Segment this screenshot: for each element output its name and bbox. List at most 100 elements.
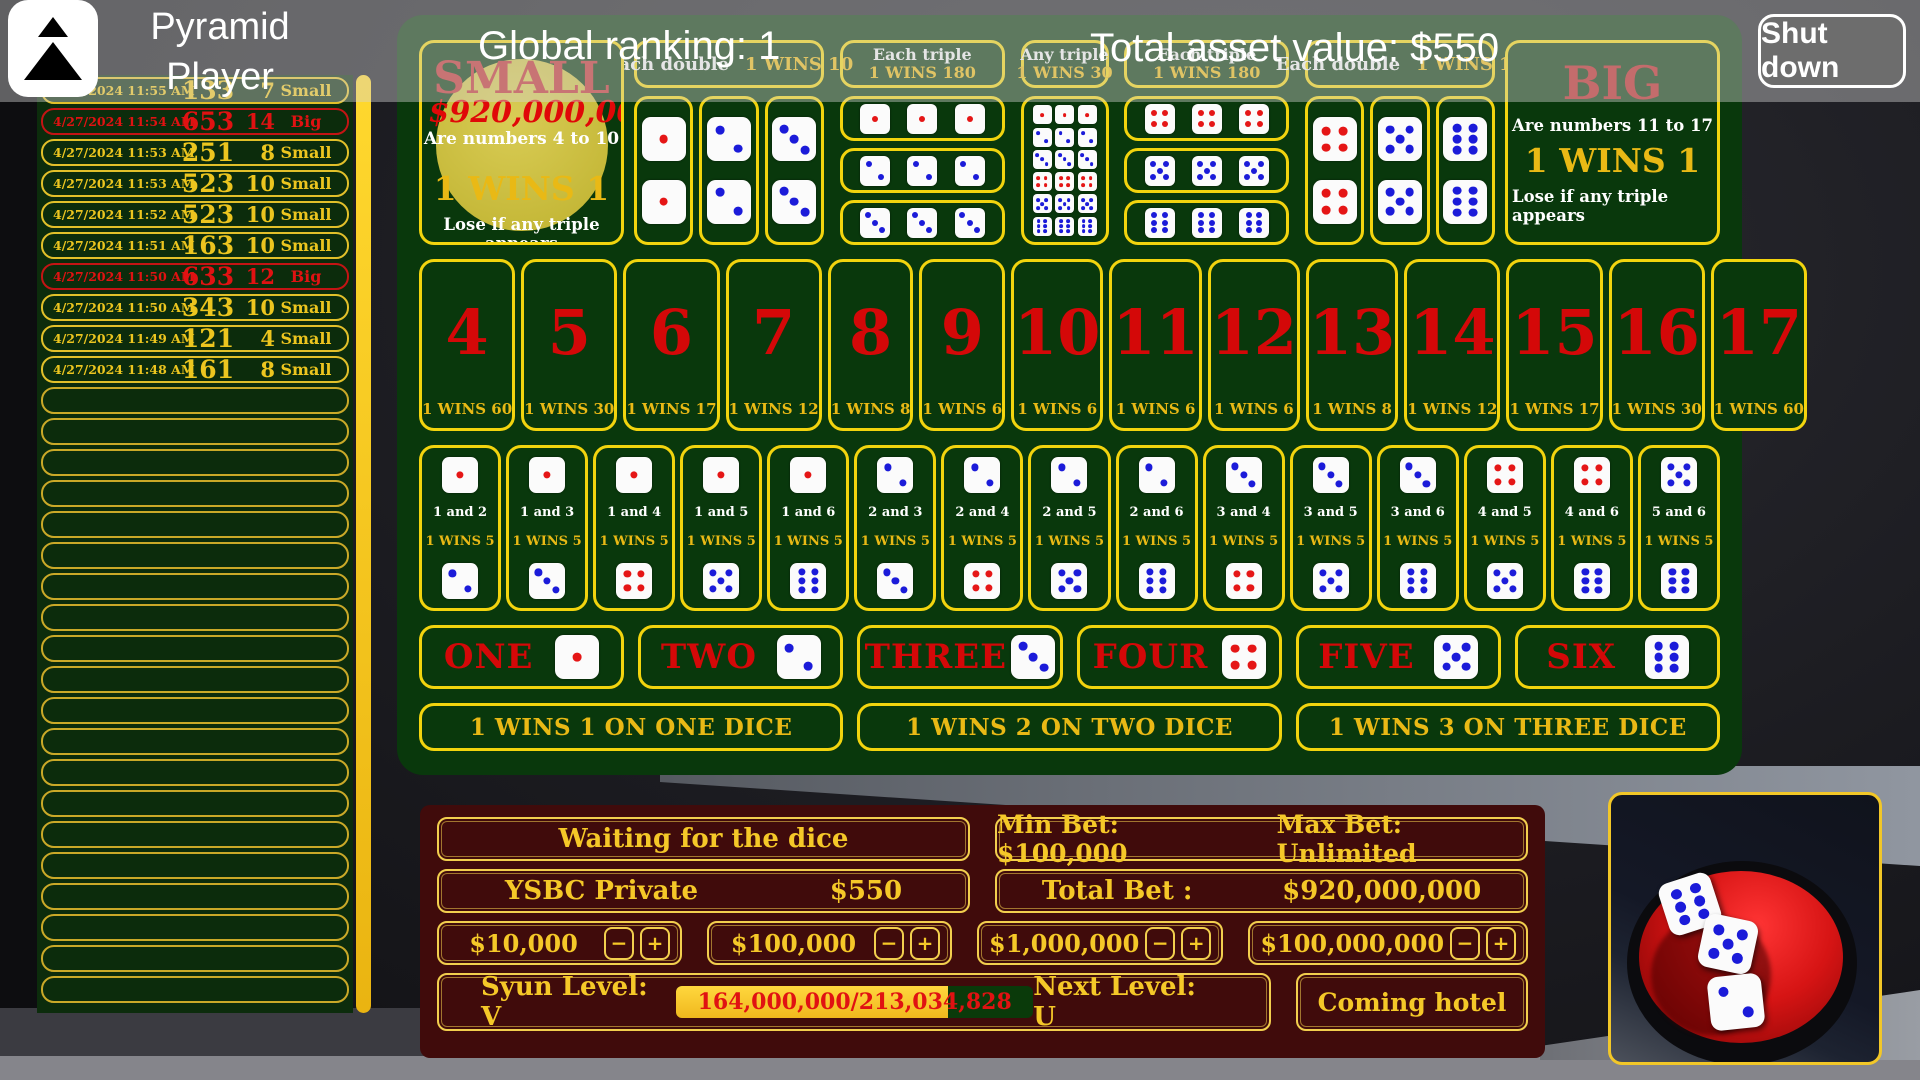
bet-total-14[interactable]: 141 WINS 12	[1404, 259, 1500, 431]
bet-total-11[interactable]: 111 WINS 6	[1109, 259, 1201, 431]
bet-single-one[interactable]: ONE	[419, 625, 624, 689]
bet-triple-4[interactable]	[1124, 96, 1289, 141]
chip-10000[interactable]: $10,000−+	[437, 921, 682, 965]
die-pip	[1327, 471, 1334, 478]
bet-single-two[interactable]: TWO	[638, 625, 843, 689]
die-pip	[1319, 585, 1326, 592]
bet-pair-2-5[interactable]: 2 and 51 WINS 5	[1028, 445, 1110, 611]
die-pip	[1692, 894, 1706, 908]
bet-total-15[interactable]: 151 WINS 17	[1506, 259, 1602, 431]
die-pip	[1066, 229, 1070, 233]
die-pip	[971, 464, 978, 471]
bet-double-2[interactable]	[699, 96, 758, 245]
total-bet-label: Total Bet :	[1042, 876, 1193, 906]
status-box: Waiting for the dice	[437, 817, 970, 861]
chip-plus-button[interactable]: +	[1486, 927, 1516, 960]
chip-1000000[interactable]: $1,000,000−+	[977, 921, 1223, 965]
bet-total-8[interactable]: 81 WINS 8	[828, 259, 914, 431]
bet-pair-1-5[interactable]: 1 and 51 WINS 5	[680, 445, 762, 611]
chip-minus-button[interactable]: −	[1145, 927, 1175, 960]
bet-pair-3-5[interactable]: 3 and 51 WINS 5	[1290, 445, 1372, 611]
die-pip	[1063, 202, 1067, 206]
history-scrollbar[interactable]	[356, 75, 371, 1013]
bet-total-6[interactable]: 61 WINS 17	[623, 259, 719, 431]
chip-minus-button[interactable]: −	[604, 927, 634, 960]
total-odds: 1 WINS 12	[1407, 400, 1497, 418]
bet-pair-1-4[interactable]: 1 and 41 WINS 5	[593, 445, 675, 611]
bet-double-6[interactable]	[1436, 96, 1495, 245]
bet-double-5[interactable]	[1370, 96, 1429, 245]
die-pip	[1405, 463, 1412, 470]
coming-hotel-button[interactable]: Coming hotel	[1296, 973, 1528, 1031]
bet-total-12[interactable]: 121 WINS 6	[1208, 259, 1300, 431]
bet-pair-2-4[interactable]: 2 and 41 WINS 5	[941, 445, 1023, 611]
bet-total-10[interactable]: 101 WINS 6	[1011, 259, 1103, 431]
bet-double-3[interactable]	[765, 96, 824, 245]
total-number: 5	[548, 266, 591, 400]
die-pip	[1059, 176, 1063, 180]
history-dice: 343	[175, 295, 241, 320]
bet-single-six[interactable]: SIX	[1515, 625, 1720, 689]
bet-single-three[interactable]: THREE	[857, 625, 1062, 689]
history-size: Small	[275, 143, 337, 162]
pair-odds: 1 WINS 5	[861, 534, 930, 551]
bet-total-4[interactable]: 41 WINS 60	[419, 259, 515, 431]
chip-100000000[interactable]: $100,000,000−+	[1248, 921, 1528, 965]
chip-plus-button[interactable]: +	[1181, 927, 1211, 960]
bet-triple-3[interactable]	[840, 200, 1005, 245]
bet-triple-1[interactable]	[840, 96, 1005, 141]
die-pip	[1089, 198, 1093, 202]
next-level-label: Next Level: U	[1033, 972, 1227, 1032]
total-odds: 1 WINS 17	[626, 400, 716, 418]
bet-triple-6[interactable]	[1124, 200, 1289, 245]
bet-total-17[interactable]: 171 WINS 60	[1711, 259, 1807, 431]
chip-plus-button[interactable]: +	[910, 927, 940, 960]
pyramid-logo-icon[interactable]	[8, 0, 98, 97]
die-pip	[1670, 887, 1684, 901]
bet-pair-3-4[interactable]: 3 and 41 WINS 5	[1203, 445, 1285, 611]
die-pip	[1085, 157, 1089, 161]
bet-total-9[interactable]: 91 WINS 6	[919, 259, 1005, 431]
chip-plus-button[interactable]: +	[640, 927, 670, 960]
die-pip	[734, 206, 743, 215]
chip-minus-button[interactable]: −	[874, 927, 904, 960]
bet-pair-2-6[interactable]: 2 and 61 WINS 5	[1116, 445, 1198, 611]
die-face-4	[1574, 457, 1610, 493]
bet-total-13[interactable]: 131 WINS 8	[1306, 259, 1398, 431]
level-box: Syun Level: V 164,000,000/213,034,828 Ne…	[437, 973, 1271, 1031]
chip-minus-button[interactable]: −	[1450, 927, 1480, 960]
bet-any-triple[interactable]	[1021, 96, 1109, 245]
bet-pair-1-2[interactable]: 1 and 21 WINS 5	[419, 445, 501, 611]
die-pip	[1082, 224, 1086, 228]
bet-pair-5-6[interactable]: 5 and 61 WINS 5	[1638, 445, 1720, 611]
die-pip	[1067, 206, 1071, 210]
die-pip	[967, 220, 973, 226]
die-pip	[1039, 663, 1048, 672]
bet-pair-1-3[interactable]: 1 and 31 WINS 5	[506, 445, 588, 611]
die-pip	[960, 161, 966, 167]
bet-pair-4-6[interactable]: 4 and 61 WINS 5	[1551, 445, 1633, 611]
bet-pair-3-6[interactable]: 3 and 61 WINS 5	[1377, 445, 1459, 611]
die-face-4	[1055, 172, 1074, 191]
bet-triple-5[interactable]	[1124, 148, 1289, 193]
die-pip	[1045, 162, 1049, 166]
bet-single-four[interactable]: FOUR	[1077, 625, 1282, 689]
bet-total-7[interactable]: 71 WINS 12	[726, 259, 822, 431]
shutdown-button[interactable]: Shut down	[1758, 14, 1906, 88]
bet-triple-2[interactable]	[840, 148, 1005, 193]
bet-double-1[interactable]	[634, 96, 693, 245]
bet-double-4[interactable]	[1305, 96, 1364, 245]
chip-100000[interactable]: $100,000−+	[707, 921, 952, 965]
bet-total-5[interactable]: 51 WINS 30	[521, 259, 617, 431]
bet-pair-1-6[interactable]: 1 and 61 WINS 5	[767, 445, 849, 611]
die-pip	[912, 212, 918, 218]
single-label: ONE	[444, 637, 534, 677]
bet-pair-4-5[interactable]: 4 and 51 WINS 5	[1464, 445, 1546, 611]
bet-pair-2-3[interactable]: 2 and 31 WINS 5	[854, 445, 936, 611]
die-pip	[926, 227, 932, 233]
bet-total-16[interactable]: 161 WINS 30	[1609, 259, 1705, 431]
die-face-2	[707, 117, 751, 161]
die-pip	[1469, 186, 1478, 195]
bet-single-five[interactable]: FIVE	[1296, 625, 1501, 689]
any-triple-row	[1033, 194, 1097, 213]
